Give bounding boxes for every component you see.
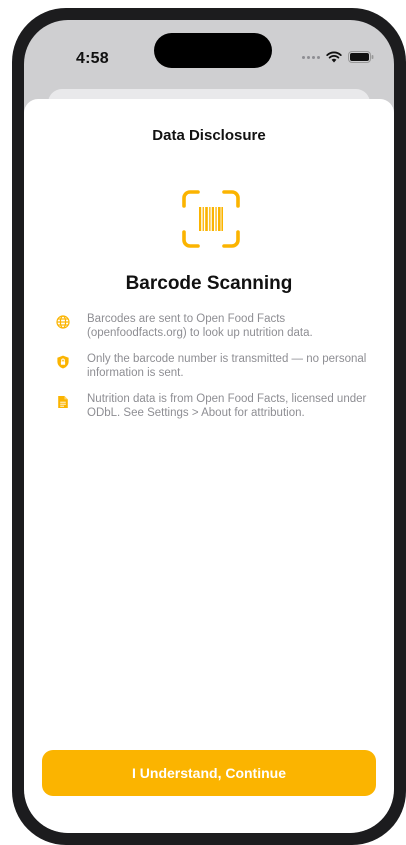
info-text: Barcodes are sent to Open Food Facts (op… — [87, 313, 313, 339]
status-time: 4:58 — [76, 50, 109, 67]
dynamic-island — [154, 33, 272, 68]
info-text: Only the barcode number is transmitted —… — [87, 353, 367, 379]
info-text: Nutrition data is from Open Food Facts, … — [87, 393, 367, 419]
disclosure-sheet: Data Disclosure Barcode Scanning Barcode… — [24, 99, 394, 833]
screen: 4:58 Data Disclosure Barcode Scanning Ba… — [24, 20, 394, 833]
lock-shield-icon — [57, 355, 69, 369]
device-frame: 4:58 Data Disclosure Barcode Scanning Ba… — [12, 8, 406, 845]
globe-icon — [56, 315, 70, 329]
info-item-network: Barcodes are sent to Open Food Facts (op… — [56, 313, 384, 340]
battery-icon — [348, 51, 374, 63]
signal-icon — [302, 55, 320, 59]
info-list: Barcodes are sent to Open Food Facts (op… — [56, 313, 384, 433]
info-item-privacy: Only the barcode number is transmitted —… — [56, 353, 384, 380]
info-item-license: Nutrition data is from Open Food Facts, … — [56, 393, 384, 420]
continue-button[interactable]: I Understand, Continue — [42, 750, 376, 796]
wifi-icon — [326, 51, 342, 63]
status-bar: 4:58 — [24, 20, 394, 82]
heading: Barcode Scanning — [125, 273, 293, 294]
status-icons — [302, 51, 374, 63]
barcode-viewfinder-icon — [182, 190, 240, 248]
sheet-title: Data Disclosure — [152, 127, 266, 144]
document-icon — [58, 396, 68, 408]
